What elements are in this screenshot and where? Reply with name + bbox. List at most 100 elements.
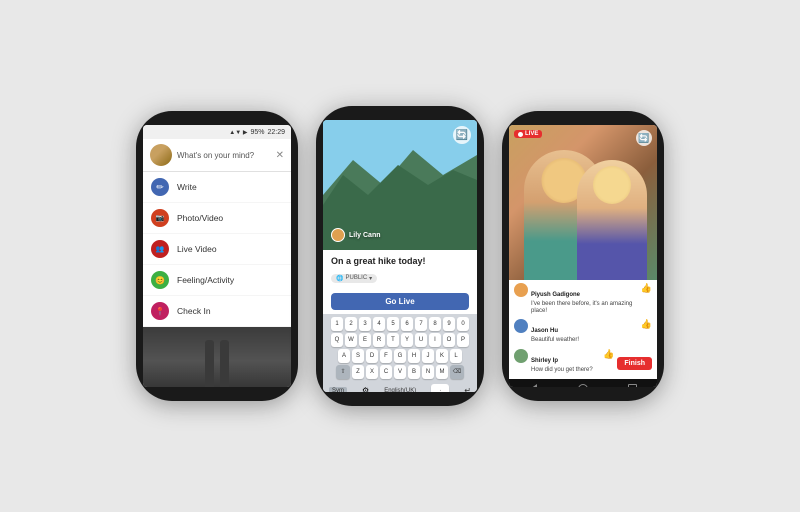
nav-bar-3: [509, 379, 657, 387]
switch-camera-button[interactable]: 🔄: [453, 126, 471, 144]
whats-on-your-mind[interactable]: What's on your mind?: [177, 151, 271, 160]
commenter-name-1: Piyush Gadigone: [531, 292, 580, 298]
like-icon-filled-1[interactable]: 👍: [641, 283, 652, 294]
key-a[interactable]: A: [338, 349, 350, 363]
phone-1-screen: ▲▼ ▶ 95% 22:29 What's on your mind? ✕ ✏ …: [143, 125, 291, 387]
key-5[interactable]: 5: [387, 317, 399, 331]
key-r[interactable]: R: [373, 333, 385, 347]
keyboard: 1 2 3 4 5 6 7 8 9 0 Q W E R T Y U I O: [323, 314, 477, 392]
live-badge: LIVE: [514, 130, 542, 138]
face-2: [593, 166, 631, 204]
sym-key[interactable]: Sym: [329, 387, 347, 392]
comment-text-1: I've been there before, it's an amazing …: [531, 301, 638, 315]
key-o[interactable]: O: [443, 333, 455, 347]
key-z[interactable]: Z: [352, 365, 364, 379]
key-row-numbers: 1 2 3 4 5 6 7 8 9 0: [325, 317, 475, 331]
key-h[interactable]: H: [408, 349, 420, 363]
switch-camera-button[interactable]: 🔄: [636, 130, 652, 146]
write-label: Write: [177, 182, 197, 192]
shift-key[interactable]: ⇧: [336, 365, 350, 379]
phone-3-screen: LIVE 🔄 Piyush Gadigone I've been there b…: [509, 125, 657, 387]
key-e[interactable]: E: [359, 333, 371, 347]
key-t[interactable]: T: [387, 333, 399, 347]
live-label: LIVE: [525, 131, 538, 137]
check-in-label: Check In: [177, 306, 211, 316]
key-g[interactable]: G: [394, 349, 406, 363]
backspace-key[interactable]: ⌫: [450, 365, 464, 379]
comment-body-1: Piyush Gadigone I've been there before, …: [531, 283, 638, 315]
comment-row-2: Jason Hu Beautiful weather! 👍: [514, 319, 652, 344]
key-4[interactable]: 4: [373, 317, 385, 331]
check-in-icon: 📍: [151, 302, 169, 320]
live-video-label: Live Video: [177, 244, 217, 254]
phone-2: 🔄 Lily Cann On a great hike today! 🌐 PUB…: [316, 106, 484, 406]
go-live-button[interactable]: Go Live: [331, 293, 469, 310]
key-d[interactable]: D: [366, 349, 378, 363]
write-icon: ✏: [151, 178, 169, 196]
key-n[interactable]: N: [422, 365, 434, 379]
finish-button[interactable]: Finish: [617, 357, 652, 370]
menu-item-photo-video[interactable]: 📷 Photo/Video: [143, 203, 291, 234]
space-key[interactable]: ·: [431, 384, 449, 392]
key-y[interactable]: Y: [401, 333, 413, 347]
key-k[interactable]: K: [436, 349, 448, 363]
key-0[interactable]: 0: [457, 317, 469, 331]
key-7[interactable]: 7: [415, 317, 427, 331]
key-3[interactable]: 3: [359, 317, 371, 331]
language-selector[interactable]: English(UK): [384, 388, 416, 392]
photo-video-label: Photo/Video: [177, 213, 223, 223]
enter-key[interactable]: ↵: [464, 386, 471, 392]
keyboard-bottom-bar: Sym ⚙ English(UK) · ↵: [325, 381, 475, 392]
key-f[interactable]: F: [380, 349, 392, 363]
key-w[interactable]: W: [345, 333, 357, 347]
status-bar-1: ▲▼ ▶ 95% 22:29: [143, 125, 291, 139]
key-v[interactable]: V: [394, 365, 406, 379]
key-2[interactable]: 2: [345, 317, 357, 331]
comment-body-2: Jason Hu Beautiful weather!: [531, 319, 638, 344]
key-s[interactable]: S: [352, 349, 364, 363]
commenter-name-3: Shirley Ip: [531, 358, 558, 364]
key-x[interactable]: X: [366, 365, 378, 379]
key-1[interactable]: 1: [331, 317, 343, 331]
user-avatar-small: [331, 228, 345, 242]
like-icon-outline-2[interactable]: 👍: [641, 319, 652, 330]
key-q[interactable]: Q: [331, 333, 343, 347]
key-9[interactable]: 9: [443, 317, 455, 331]
gear-icon[interactable]: ⚙: [362, 386, 369, 392]
key-c[interactable]: C: [380, 365, 392, 379]
key-l[interactable]: L: [450, 349, 462, 363]
home-button[interactable]: [577, 383, 589, 387]
like-icon-outline-3[interactable]: 👍: [603, 349, 614, 360]
menu-item-write[interactable]: ✏ Write: [143, 172, 291, 203]
comment-body-3: Shirley Ip How did you get there?: [531, 349, 600, 374]
recents-button[interactable]: [626, 383, 638, 387]
key-u[interactable]: U: [415, 333, 427, 347]
key-6[interactable]: 6: [401, 317, 413, 331]
back-button[interactable]: [528, 383, 540, 387]
menu-item-live-video[interactable]: 👥 Live Video: [143, 234, 291, 265]
battery: 95%: [250, 129, 264, 136]
key-b[interactable]: B: [408, 365, 420, 379]
user-avatar: [150, 144, 172, 166]
key-p[interactable]: P: [457, 333, 469, 347]
post-text[interactable]: On a great hike today!: [331, 256, 469, 267]
key-i[interactable]: I: [429, 333, 441, 347]
person-2: [577, 160, 647, 280]
camera-preview: 🔄 Lily Cann: [323, 120, 477, 250]
phone-1: ▲▼ ▶ 95% 22:29 What's on your mind? ✕ ✏ …: [136, 111, 298, 401]
commenter-avatar-3: [514, 349, 528, 363]
public-badge[interactable]: 🌐 PUBLIC ▾: [331, 274, 377, 283]
key-j[interactable]: J: [422, 349, 434, 363]
key-8[interactable]: 8: [429, 317, 441, 331]
username-label: Lily Cann: [349, 232, 381, 239]
commenter-name-2: Jason Hu: [531, 328, 558, 334]
switch-camera-icon: 🔄: [456, 130, 468, 141]
post-photo: [143, 327, 291, 387]
menu-item-feeling-activity[interactable]: 😊 Feeling/Activity: [143, 265, 291, 296]
close-button[interactable]: ✕: [276, 150, 284, 161]
menu-item-check-in[interactable]: 📍 Check In: [143, 296, 291, 327]
feeling-activity-label: Feeling/Activity: [177, 275, 234, 285]
key-m[interactable]: M: [436, 365, 448, 379]
post-input-area: On a great hike today! 🌐 PUBLIC ▾: [323, 250, 477, 289]
public-label: PUBLIC: [345, 275, 367, 281]
